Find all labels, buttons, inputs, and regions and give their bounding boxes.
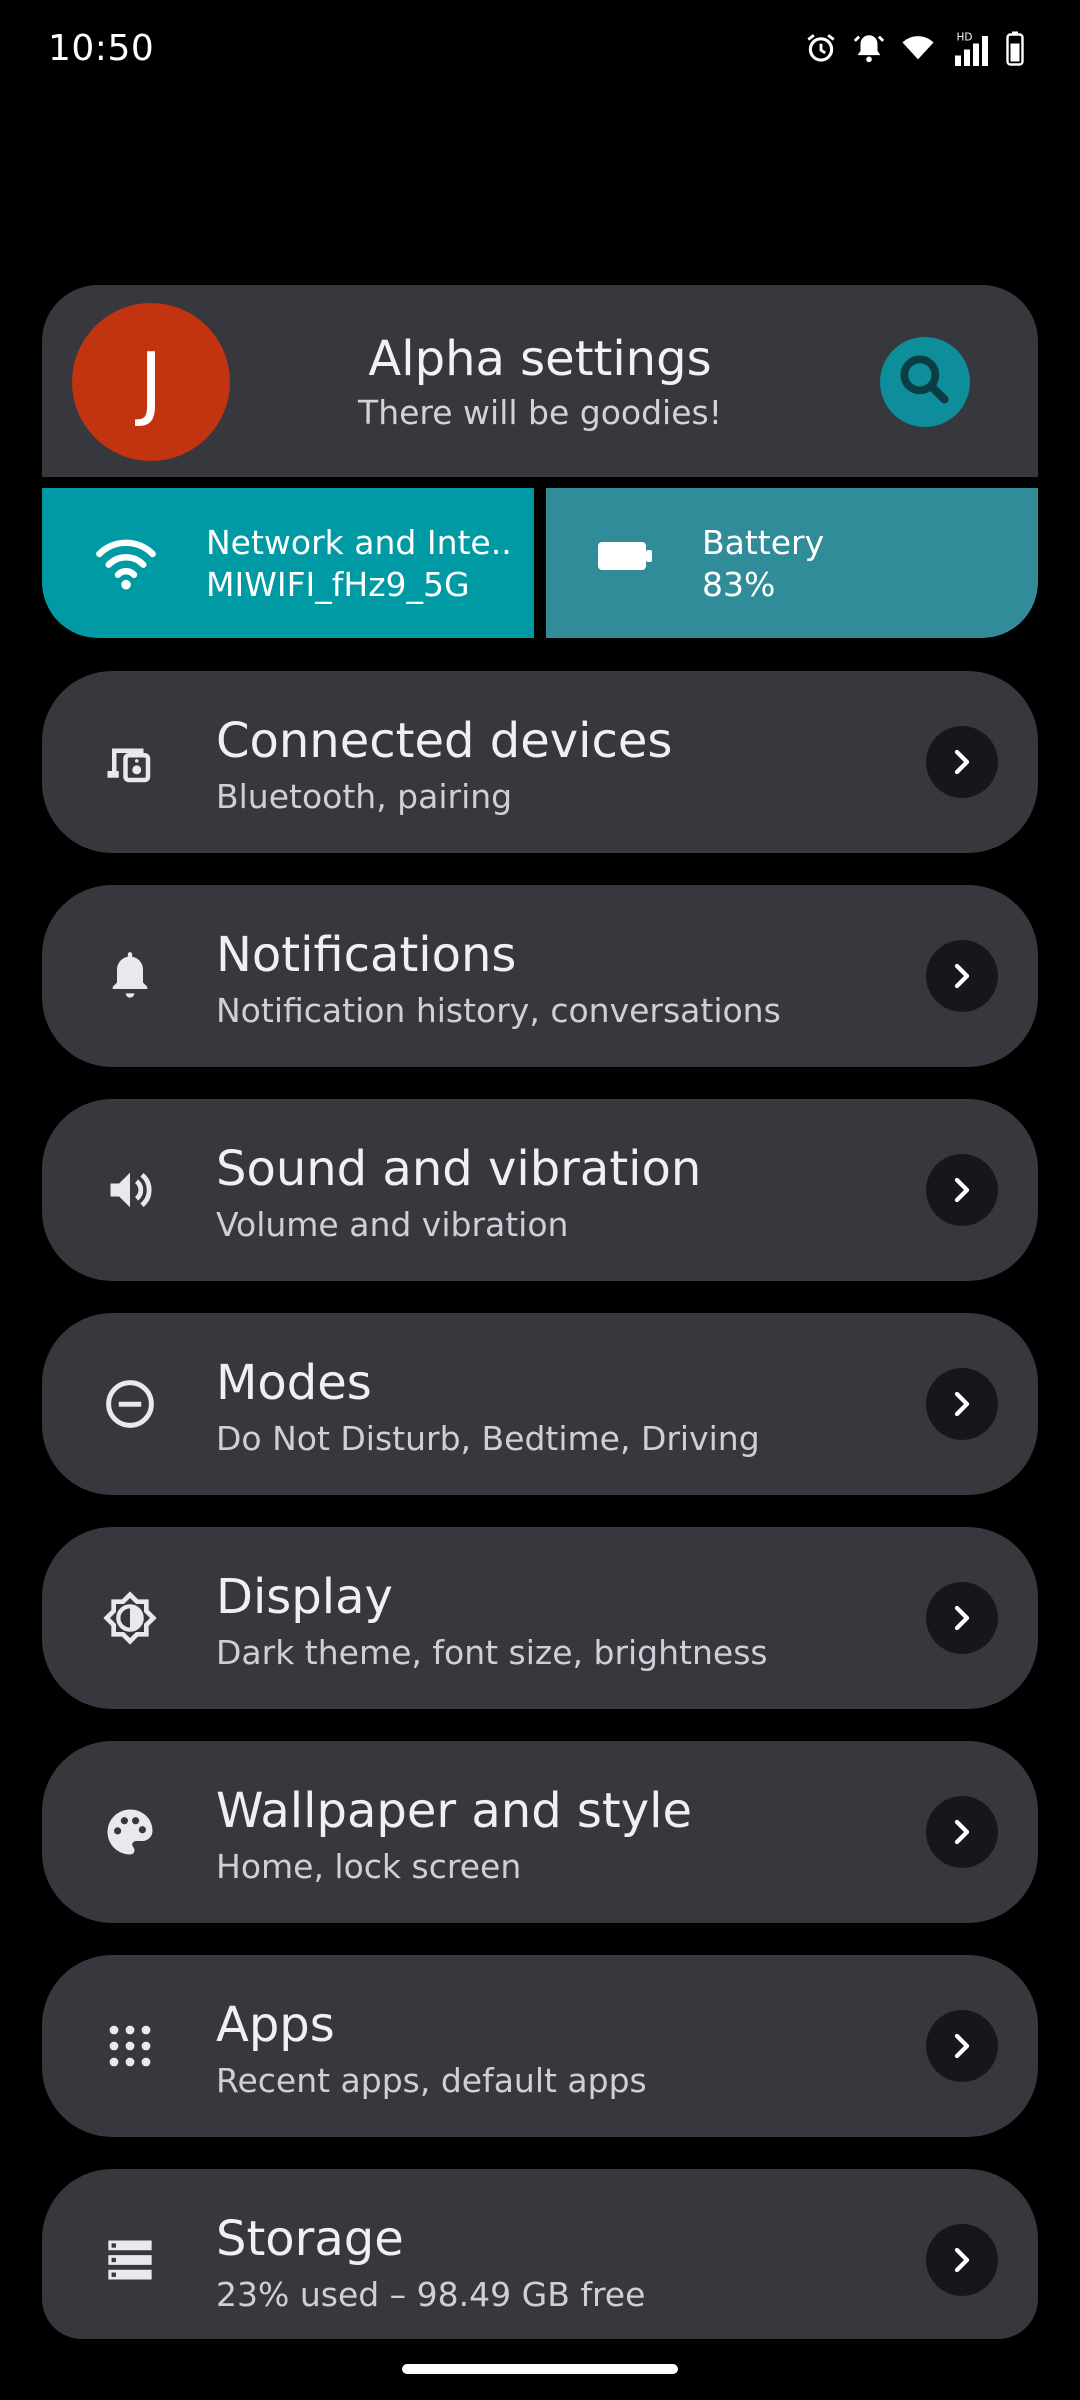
network-tile-title: Network and Inte.. <box>206 523 512 562</box>
chevron-right-icon[interactable] <box>926 1368 998 1440</box>
palette-icon <box>102 1804 158 1860</box>
item-subtitle: Home, lock screen <box>216 1847 522 1886</box>
status-icons: HD <box>804 30 1026 66</box>
settings-item-storage[interactable]: Storage 23% used – 98.49 GB free <box>42 2169 1038 2339</box>
brightness-icon <box>102 1590 158 1646</box>
network-type: HD <box>957 32 973 44</box>
chevron-right-icon[interactable] <box>926 1582 998 1654</box>
status-time: 10:50 <box>48 28 155 69</box>
settings-item-display[interactable]: Display Dark theme, font size, brightnes… <box>42 1527 1038 1709</box>
settings-item-notifications[interactable]: Notifications Notification history, conv… <box>42 885 1038 1067</box>
battery-tile[interactable]: Battery 83% <box>546 488 1038 638</box>
wifi-icon <box>900 31 936 65</box>
battery-icon <box>1004 30 1026 66</box>
chevron-right-icon[interactable] <box>926 2010 998 2082</box>
chevron-right-icon[interactable] <box>926 726 998 798</box>
search-button[interactable] <box>880 337 970 427</box>
item-subtitle: Notification history, conversations <box>216 991 781 1030</box>
search-icon <box>894 349 956 415</box>
signal-icon: HD <box>950 30 990 66</box>
home-indicator[interactable] <box>402 2364 678 2374</box>
volume-icon <box>102 1162 158 1218</box>
item-subtitle: Volume and vibration <box>216 1205 569 1244</box>
alert-icon <box>852 31 886 65</box>
battery-tile-text: Battery 83% <box>702 522 824 606</box>
profile-header-card[interactable]: J Alpha settings There will be goodies! <box>42 285 1038 477</box>
chevron-right-icon[interactable] <box>926 1154 998 1226</box>
alarm-icon <box>804 31 838 65</box>
status-bar: 10:50 HD <box>0 0 1080 100</box>
item-subtitle: Recent apps, default apps <box>216 2061 647 2100</box>
wifi-icon <box>94 532 158 596</box>
item-subtitle: Bluetooth, pairing <box>216 777 513 816</box>
battery-icon <box>596 536 656 580</box>
settings-item-sound-and-vibration[interactable]: Sound and vibration Volume and vibration <box>42 1099 1038 1281</box>
chevron-right-icon[interactable] <box>926 940 998 1012</box>
item-subtitle: Dark theme, font size, brightness <box>216 1633 768 1672</box>
settings-item-apps[interactable]: Apps Recent apps, default apps <box>42 1955 1038 2137</box>
network-tile[interactable]: Network and Inte.. MIWIFI_fHz9_5G <box>42 488 534 638</box>
chevron-right-icon[interactable] <box>926 2224 998 2296</box>
chevron-right-icon[interactable] <box>926 1796 998 1868</box>
settings-item-wallpaper-and-style[interactable]: Wallpaper and style Home, lock screen <box>42 1741 1038 1923</box>
apps-grid-icon <box>102 2018 158 2074</box>
item-title: Modes <box>216 1355 372 1411</box>
network-tile-value: MIWIFI_fHz9_5G <box>206 565 470 604</box>
devices-icon <box>102 734 158 790</box>
item-title: Connected devices <box>216 713 673 769</box>
item-subtitle: Do Not Disturb, Bedtime, Driving <box>216 1419 760 1458</box>
item-title: Notifications <box>216 927 517 983</box>
settings-item-connected-devices[interactable]: Connected devices Bluetooth, pairing <box>42 671 1038 853</box>
battery-tile-value: 83% <box>702 565 776 604</box>
item-title: Display <box>216 1569 393 1625</box>
settings-item-modes[interactable]: Modes Do Not Disturb, Bedtime, Driving <box>42 1313 1038 1495</box>
bell-icon <box>102 948 158 1004</box>
item-title: Sound and vibration <box>216 1141 702 1197</box>
item-title: Wallpaper and style <box>216 1783 693 1839</box>
item-title: Storage <box>216 2211 404 2267</box>
storage-icon <box>102 2232 158 2288</box>
do-not-disturb-icon <box>102 1376 158 1432</box>
network-tile-text: Network and Inte.. MIWIFI_fHz9_5G <box>206 522 512 606</box>
battery-tile-title: Battery <box>702 523 825 562</box>
item-title: Apps <box>216 1997 335 2053</box>
item-subtitle: 23% used – 98.49 GB free <box>216 2275 646 2314</box>
